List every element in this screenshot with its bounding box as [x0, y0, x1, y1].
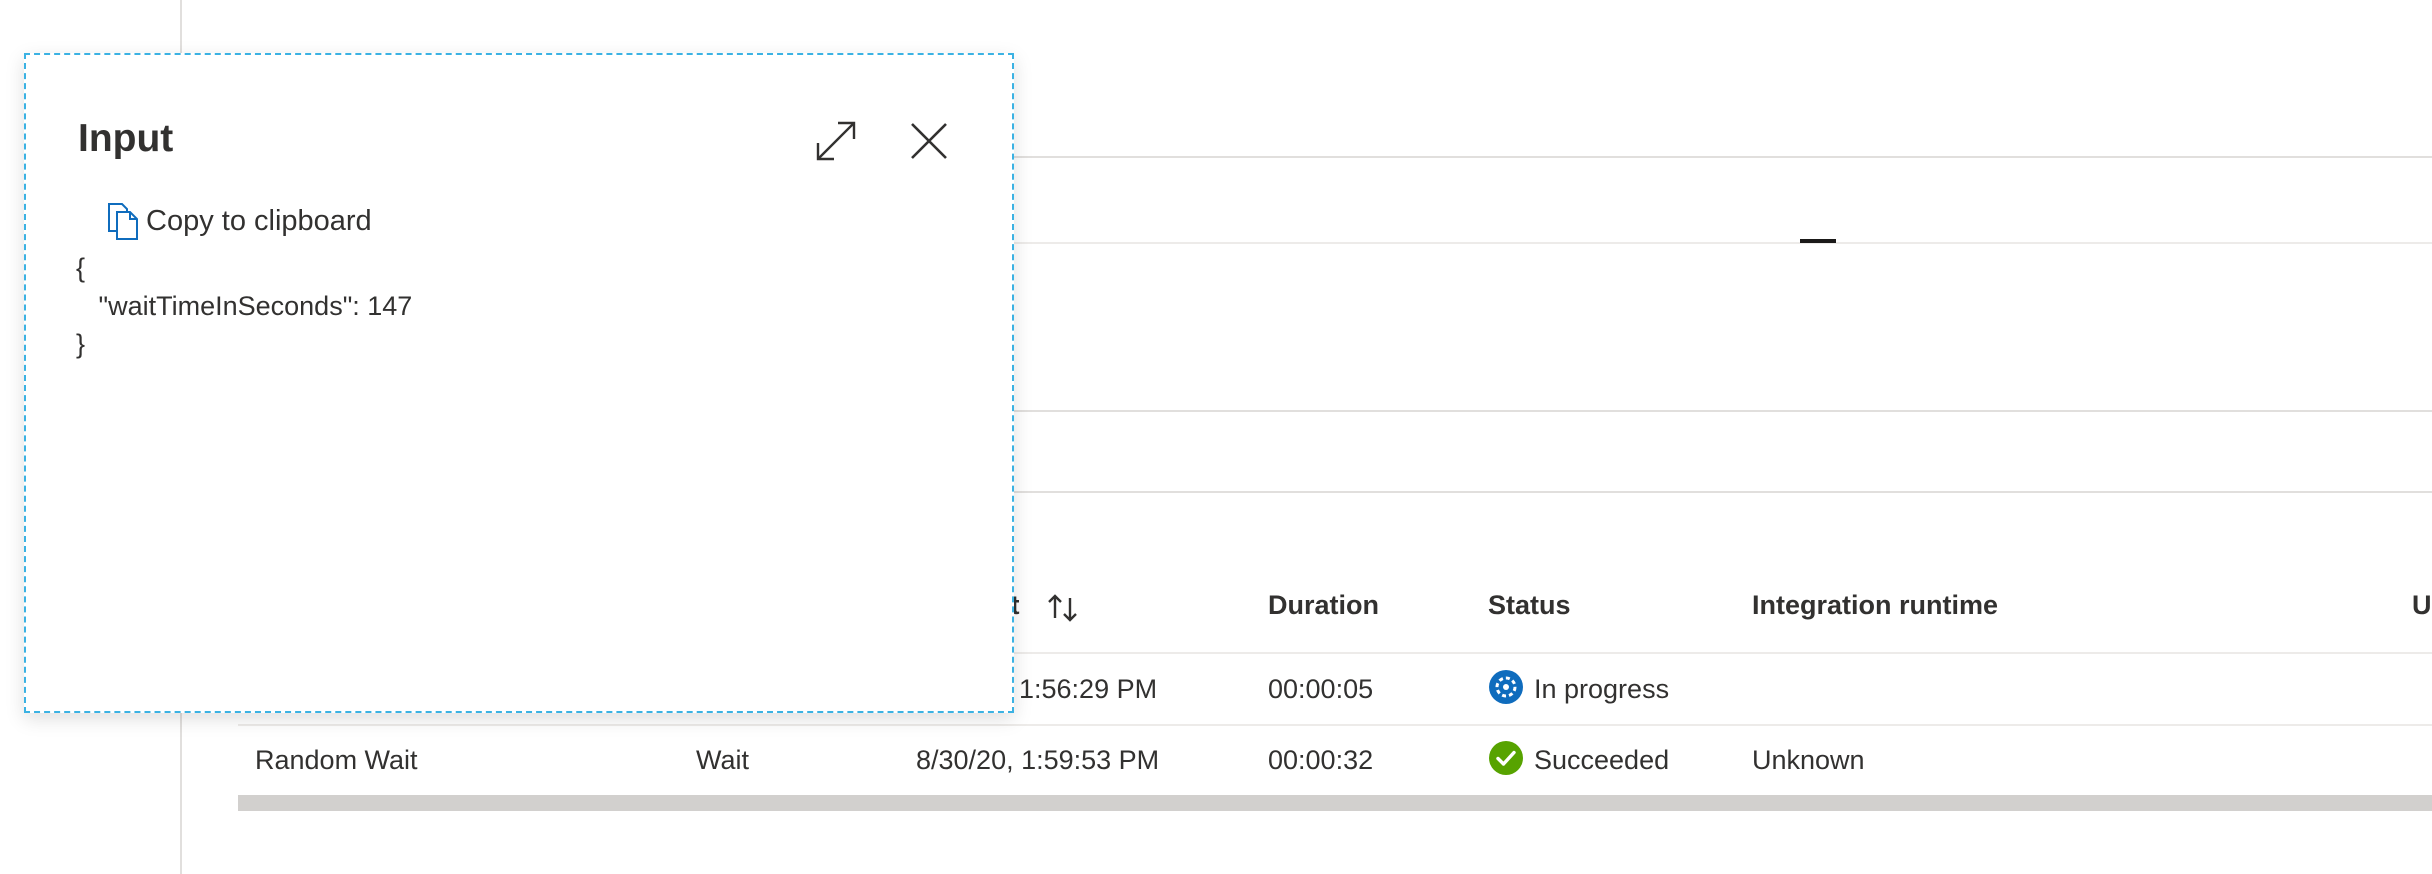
cell-integration-runtime: Unknown — [1752, 745, 1865, 775]
divider — [1014, 410, 2432, 412]
flyout-title: Input — [78, 117, 174, 160]
code-line: "waitTimeInSeconds": 147 — [76, 291, 413, 321]
sort-icon[interactable] — [1046, 590, 1080, 626]
expand-button[interactable] — [808, 113, 864, 169]
column-header-status[interactable]: Status — [1488, 590, 1571, 621]
divider — [1014, 242, 2432, 244]
code-line: } — [76, 329, 86, 359]
close-button[interactable] — [901, 113, 957, 169]
succeeded-icon — [1489, 741, 1523, 775]
minimize-indicator — [1800, 239, 1836, 243]
cell-activity-name[interactable]: Random Wait — [255, 745, 418, 776]
copy-label: Copy to clipboard — [146, 204, 372, 237]
column-header-duration[interactable]: Duration — [1268, 590, 1379, 621]
row-divider — [238, 724, 2432, 726]
cell-duration: 00:00:32 — [1268, 745, 1374, 775]
status-text: In progress — [1534, 674, 1670, 704]
close-icon — [911, 123, 947, 159]
cell-run-start: , 1:56:29 PM — [1004, 674, 1158, 704]
column-header-next[interactable]: U — [2412, 590, 2432, 621]
copy-to-clipboard-button[interactable]: Copy to clipboard — [106, 201, 372, 241]
horizontal-scrollbar[interactable] — [238, 795, 2432, 811]
input-flyout: Input Copy to clipboard { "waitTimeInSec… — [24, 53, 1014, 713]
code-line: { — [76, 253, 86, 283]
in-progress-icon — [1489, 670, 1523, 704]
pipeline-run-page: rt Duration Status Integration runtime U… — [0, 0, 2432, 874]
divider — [1014, 156, 2432, 158]
cell-activity-type: Wait — [696, 745, 749, 775]
cell-run-start: 8/30/20, 1:59:53 PM — [916, 745, 1160, 775]
copy-icon — [108, 203, 138, 240]
status-text: Succeeded — [1534, 745, 1670, 775]
column-header-integration-runtime[interactable]: Integration runtime — [1752, 590, 1998, 621]
cell-duration: 00:00:05 — [1268, 674, 1374, 704]
expand-icon — [816, 121, 856, 161]
divider — [1014, 491, 2432, 493]
